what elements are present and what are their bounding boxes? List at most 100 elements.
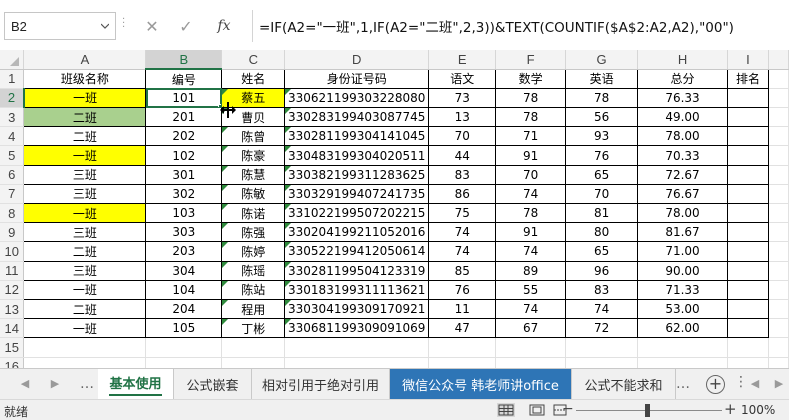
table-cell[interactable]: 一班: [23, 280, 147, 300]
table-cell[interactable]: 81.67: [637, 222, 728, 243]
empty-cell[interactable]: [145, 337, 223, 358]
table-cell[interactable]: [727, 299, 769, 320]
table-cell[interactable]: 76.67: [637, 184, 728, 205]
row-header[interactable]: 5: [0, 145, 25, 166]
table-cell[interactable]: 70: [428, 126, 497, 147]
table-cell[interactable]: 78.00: [637, 126, 728, 147]
table-cell[interactable]: 74: [428, 241, 497, 262]
table-cell[interactable]: 74: [495, 241, 567, 262]
grid-view-icon[interactable]: [497, 403, 515, 417]
table-cell[interactable]: 330283199403087745: [284, 107, 430, 128]
row-header[interactable]: 1: [0, 69, 25, 89]
table-cell[interactable]: [727, 107, 769, 128]
table-cell[interactable]: [727, 241, 769, 262]
table-cell[interactable]: 67: [495, 318, 567, 339]
empty-cell[interactable]: [768, 299, 789, 320]
table-cell[interactable]: 陈婷: [221, 241, 286, 262]
row-header[interactable]: 3: [0, 107, 25, 128]
header-cell[interactable]: 编号: [145, 69, 223, 89]
row-header[interactable]: 2: [0, 88, 25, 109]
table-cell[interactable]: 96: [565, 261, 639, 281]
table-cell[interactable]: 71.33: [637, 280, 728, 300]
table-cell[interactable]: 76: [428, 280, 497, 300]
empty-cell[interactable]: [637, 357, 728, 368]
empty-cell[interactable]: [768, 165, 789, 185]
empty-cell[interactable]: [284, 357, 430, 368]
empty-cell[interactable]: [23, 337, 147, 358]
empty-cell[interactable]: [428, 337, 497, 358]
table-cell[interactable]: 程用: [221, 299, 286, 320]
table-cell[interactable]: 陈诺: [221, 203, 286, 224]
empty-cell[interactable]: [768, 145, 789, 166]
table-cell[interactable]: 330522199412050614: [284, 241, 430, 262]
formula-input[interactable]: =IF(A2="一班",1,IF(A2="二班",2,3))&TEXT(COUN…: [252, 10, 789, 42]
insert-function-button[interactable]: fx: [210, 12, 238, 40]
table-cell[interactable]: 331022199507202215: [284, 203, 430, 224]
table-cell[interactable]: 80: [565, 222, 639, 243]
table-cell[interactable]: 83: [565, 280, 639, 300]
sheet-tab[interactable]: 基本使用: [98, 369, 174, 400]
table-cell[interactable]: [727, 203, 769, 224]
row-header[interactable]: 7: [0, 184, 25, 205]
empty-cell[interactable]: [23, 357, 147, 368]
table-cell[interactable]: 204: [145, 299, 223, 320]
header-cell[interactable]: 班级名称: [23, 69, 147, 89]
empty-cell[interactable]: [565, 357, 639, 368]
table-cell[interactable]: [727, 145, 769, 166]
triangle-right-icon[interactable]: ▶: [48, 377, 62, 391]
empty-cell[interactable]: [768, 280, 789, 300]
table-cell[interactable]: 74: [428, 222, 497, 243]
empty-cell[interactable]: [495, 337, 567, 358]
table-cell[interactable]: 一班: [23, 88, 147, 109]
empty-cell[interactable]: [495, 357, 567, 368]
page-layout-icon[interactable]: [528, 403, 546, 417]
table-cell[interactable]: 203: [145, 241, 223, 262]
column-header-g[interactable]: G: [565, 50, 639, 70]
table-cell[interactable]: 330329199407241735: [284, 184, 430, 205]
row-header[interactable]: 12: [0, 280, 25, 300]
table-cell[interactable]: 陈曾: [221, 126, 286, 147]
table-cell[interactable]: 78: [495, 203, 567, 224]
table-cell[interactable]: 70: [565, 184, 639, 205]
select-all-corner[interactable]: [0, 50, 25, 70]
table-cell[interactable]: 一班: [23, 145, 147, 166]
table-cell[interactable]: 72.67: [637, 165, 728, 185]
empty-cell[interactable]: [768, 69, 789, 89]
table-cell[interactable]: 90.00: [637, 261, 728, 281]
drag-handle-icon[interactable]: · · ·: [122, 15, 130, 34]
table-cell[interactable]: 70.33: [637, 145, 728, 166]
table-cell[interactable]: 202: [145, 126, 223, 147]
table-cell[interactable]: 74: [495, 184, 567, 205]
table-cell[interactable]: 75: [428, 203, 497, 224]
table-cell[interactable]: 330382199311283625: [284, 165, 430, 185]
table-cell[interactable]: [727, 261, 769, 281]
empty-cell[interactable]: [768, 222, 789, 243]
table-cell[interactable]: 81: [565, 203, 639, 224]
table-cell[interactable]: 71.00: [637, 241, 728, 262]
row-header[interactable]: 14: [0, 318, 25, 339]
column-header-d[interactable]: D: [284, 50, 430, 70]
empty-cell[interactable]: [768, 357, 789, 368]
table-cell[interactable]: 102: [145, 145, 223, 166]
empty-cell[interactable]: [768, 126, 789, 147]
table-cell[interactable]: 三班: [23, 184, 147, 205]
table-cell[interactable]: 49.00: [637, 107, 728, 128]
table-cell[interactable]: 70: [495, 165, 567, 185]
chevron-down-icon[interactable]: [101, 22, 109, 30]
table-cell[interactable]: 二班: [23, 107, 147, 128]
table-cell[interactable]: 330621199303228080: [284, 88, 430, 109]
table-cell[interactable]: 76: [565, 145, 639, 166]
table-cell[interactable]: [727, 88, 769, 109]
table-cell[interactable]: 74: [565, 299, 639, 320]
table-cell[interactable]: 85: [428, 261, 497, 281]
empty-cell[interactable]: [727, 357, 769, 368]
empty-cell[interactable]: [428, 357, 497, 368]
empty-cell[interactable]: [221, 337, 286, 358]
table-cell[interactable]: 78: [495, 88, 567, 109]
plus-circle-icon[interactable]: +: [706, 375, 725, 394]
triangle-right-icon[interactable]: ▶: [772, 377, 786, 391]
row-header[interactable]: 6: [0, 165, 25, 185]
enter-formula-button[interactable]: ✓: [172, 12, 200, 40]
empty-cell[interactable]: [565, 337, 639, 358]
header-cell[interactable]: 排名: [727, 69, 769, 89]
